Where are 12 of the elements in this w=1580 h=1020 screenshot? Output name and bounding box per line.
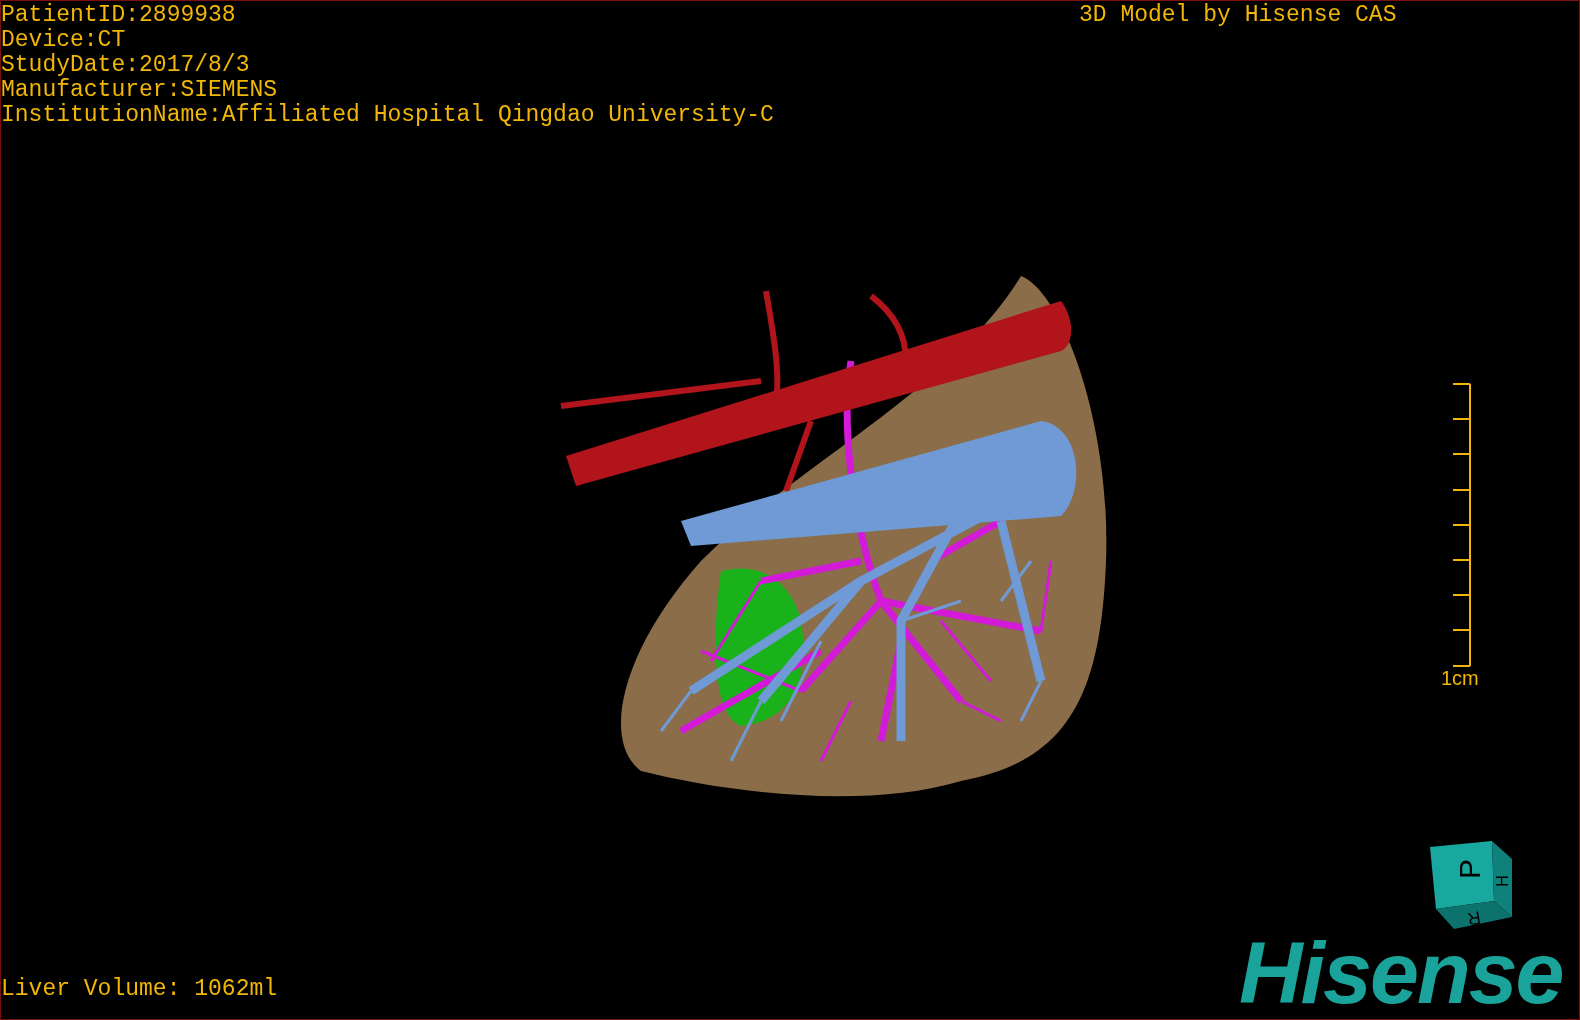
patient-info-line: Manufacturer:SIEMENS (1, 78, 279, 103)
patient-info-line: InstitutionName:Affiliated Hospital Qingdao University-C (1, 103, 774, 128)
patient-info-line: Device:CT (1, 28, 127, 53)
scale-label: 1cm (1441, 667, 1479, 689)
cube-face-letter: H (1494, 875, 1512, 887)
cube-face-letter: R (1466, 907, 1483, 930)
patient-info-line: StudyDate:2017/8/3 (1, 53, 251, 78)
viewer-caption: 3D Model by Hisense CAS (1079, 3, 1397, 28)
cube-face-letter: P (1452, 859, 1486, 879)
liver-volume-label: Liver Volume: 1062ml (1, 977, 278, 1002)
logo: Hisense (1239, 929, 1563, 1017)
patient-info-line: PatientID:2899938 (1, 3, 237, 28)
